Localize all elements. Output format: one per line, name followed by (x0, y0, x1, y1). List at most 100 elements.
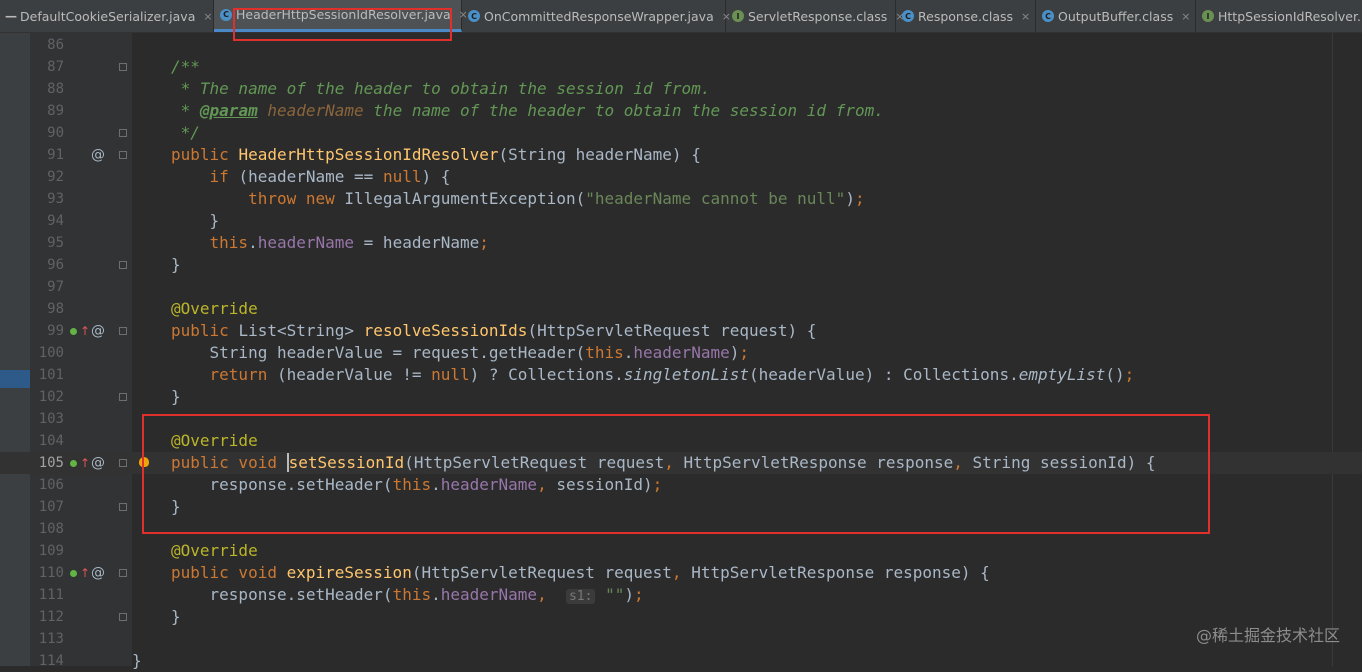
java-class-icon: C (468, 10, 480, 22)
code-line[interactable]: */ (171, 122, 200, 144)
code-line[interactable]: } (171, 496, 181, 518)
line-number[interactable]: 106 (30, 474, 64, 496)
tab-oncommittedresponsewrapper[interactable]: C OnCommittedResponseWrapper.java × (462, 0, 731, 32)
line-number[interactable]: 95 (30, 232, 64, 254)
implements-marker-icon[interactable] (70, 460, 77, 467)
tab-label: HeaderHttpSessionIdResolver.java (236, 7, 451, 22)
fold-marker-icon[interactable] (119, 151, 127, 159)
code-line[interactable]: } (171, 386, 181, 408)
intention-bulb-icon[interactable] (139, 457, 149, 467)
code-line[interactable]: } (171, 254, 181, 276)
line-number[interactable]: 111 (30, 584, 64, 606)
code-line[interactable]: * @param headerName the name of the head… (171, 100, 884, 122)
line-number[interactable]: 93 (30, 188, 64, 210)
line-number[interactable]: 100 (30, 342, 64, 364)
line-number[interactable]: 89 (30, 100, 64, 122)
fold-marker-icon[interactable] (119, 63, 127, 71)
tab-label: DefaultCookieSerializer.java (20, 8, 196, 24)
close-tab-icon[interactable]: × (1181, 10, 1190, 23)
line-number[interactable]: 87 (30, 56, 64, 78)
line-number[interactable]: 97 (30, 276, 64, 298)
code-line[interactable]: public List<String> resolveSessionIds(Ht… (171, 320, 816, 342)
code-line[interactable]: String headerValue = request.getHeader(t… (171, 342, 749, 364)
fold-marker-icon[interactable] (119, 261, 127, 269)
line-number[interactable]: 112 (30, 606, 64, 628)
tab-servletresponse[interactable]: I ServletResponse.class × (726, 0, 904, 32)
override-arrow-icon[interactable]: ↑ (80, 452, 90, 474)
code-line[interactable]: this.headerName = headerName; (171, 232, 489, 254)
line-number[interactable]: 91 (30, 144, 64, 166)
line-number[interactable]: 105 (30, 452, 64, 474)
line-number[interactable]: 92 (30, 166, 64, 188)
code-line[interactable]: public void setSessionId(HttpServletRequ… (171, 452, 1156, 474)
fold-marker-icon[interactable] (119, 129, 127, 137)
line-number[interactable]: 98 (30, 298, 64, 320)
code-line[interactable]: } (171, 210, 220, 232)
fold-marker-icon[interactable] (119, 327, 127, 335)
tab-httpsessionidresolver[interactable]: I HttpSessionIdResolver. (1196, 0, 1362, 32)
code-line[interactable]: } (171, 606, 181, 628)
fold-marker-icon[interactable] (119, 393, 127, 401)
implements-marker-icon[interactable] (70, 328, 77, 335)
close-tab-icon[interactable]: × (1021, 10, 1030, 23)
override-arrow-icon[interactable]: ↑ (80, 562, 90, 584)
code-line[interactable]: } (132, 650, 142, 672)
annotation-marker-icon[interactable]: @ (91, 320, 105, 342)
java-class-icon: C (220, 8, 232, 21)
code-line[interactable]: @Override (171, 430, 258, 452)
line-number[interactable]: 90 (30, 122, 64, 144)
line-number[interactable]: 108 (30, 518, 64, 540)
code-line[interactable]: if (headerName == null) { (171, 166, 451, 188)
code-line[interactable]: @Override (171, 540, 258, 562)
fold-marker-icon[interactable] (119, 613, 127, 621)
line-number[interactable]: 113 (30, 628, 64, 650)
code-line[interactable]: @Override (171, 298, 258, 320)
code-line[interactable]: throw new IllegalArgumentException("head… (171, 188, 865, 210)
line-number[interactable]: 86 (30, 34, 64, 56)
project-panel-selection (0, 370, 30, 388)
code-line[interactable]: response.setHeader(this.headerName, s1: … (171, 584, 644, 608)
annotation-marker-icon[interactable]: @ (91, 562, 105, 584)
watermark: @稀土掘金技术社区 (1195, 626, 1340, 645)
minus-icon: — (5, 9, 17, 23)
line-number[interactable]: 103 (30, 408, 64, 430)
line-number[interactable]: 101 (30, 364, 64, 386)
fold-marker-icon[interactable] (119, 503, 127, 511)
tab-label: OnCommittedResponseWrapper.java (484, 8, 714, 24)
tab-label: Response.class (918, 8, 1014, 24)
fold-marker-icon[interactable] (119, 569, 127, 577)
code-line[interactable]: public HeaderHttpSessionIdResolver(Strin… (171, 144, 701, 166)
tab-response[interactable]: C Response.class × (896, 0, 1036, 32)
code-line[interactable]: public void expireSession(HttpServletReq… (171, 562, 990, 584)
close-tab-icon[interactable]: × (203, 10, 212, 23)
project-panel-strip (0, 33, 30, 666)
tab-outputbuffer[interactable]: C OutputBuffer.class × (1036, 0, 1196, 32)
right-margin-guide (1332, 33, 1333, 666)
line-number[interactable]: 102 (30, 386, 64, 408)
line-number[interactable]: 96 (30, 254, 64, 276)
code-line[interactable]: /** (171, 56, 200, 78)
line-number[interactable]: 104 (30, 430, 64, 452)
line-number[interactable]: 110 (30, 562, 64, 584)
line-number[interactable]: 99 (30, 320, 64, 342)
annotation-marker-icon[interactable]: @ (91, 144, 105, 166)
line-number[interactable]: 114 (30, 650, 64, 672)
implements-marker-icon[interactable] (70, 570, 77, 577)
editor-tab-bar: — DefaultCookieSerializer.java × C HeaderHtt… (0, 0, 1362, 33)
code-line[interactable]: * The name of the header to obtain the s… (171, 78, 711, 100)
code-line[interactable]: return (headerValue != null) ? Collectio… (171, 364, 1135, 386)
tab-defaultcookieserializer[interactable]: — DefaultCookieSerializer.java × (0, 0, 214, 32)
line-number[interactable]: 94 (30, 210, 64, 232)
line-number[interactable]: 107 (30, 496, 64, 518)
annotation-marker-icon[interactable]: @ (91, 452, 105, 474)
java-class-icon: C (902, 10, 914, 22)
java-interface-icon: I (1202, 10, 1214, 22)
line-number[interactable]: 109 (30, 540, 64, 562)
tab-headerhttpsessionidresolver[interactable]: C HeaderHttpSessionIdResolver.java × (214, 0, 468, 32)
tab-label: OutputBuffer.class (1058, 8, 1174, 24)
override-arrow-icon[interactable]: ↑ (80, 320, 90, 342)
line-number[interactable]: 88 (30, 78, 64, 100)
code-line[interactable]: response.setHeader(this.headerName, sess… (171, 474, 663, 496)
fold-marker-icon[interactable] (119, 459, 127, 467)
java-class-icon: C (1042, 10, 1054, 22)
